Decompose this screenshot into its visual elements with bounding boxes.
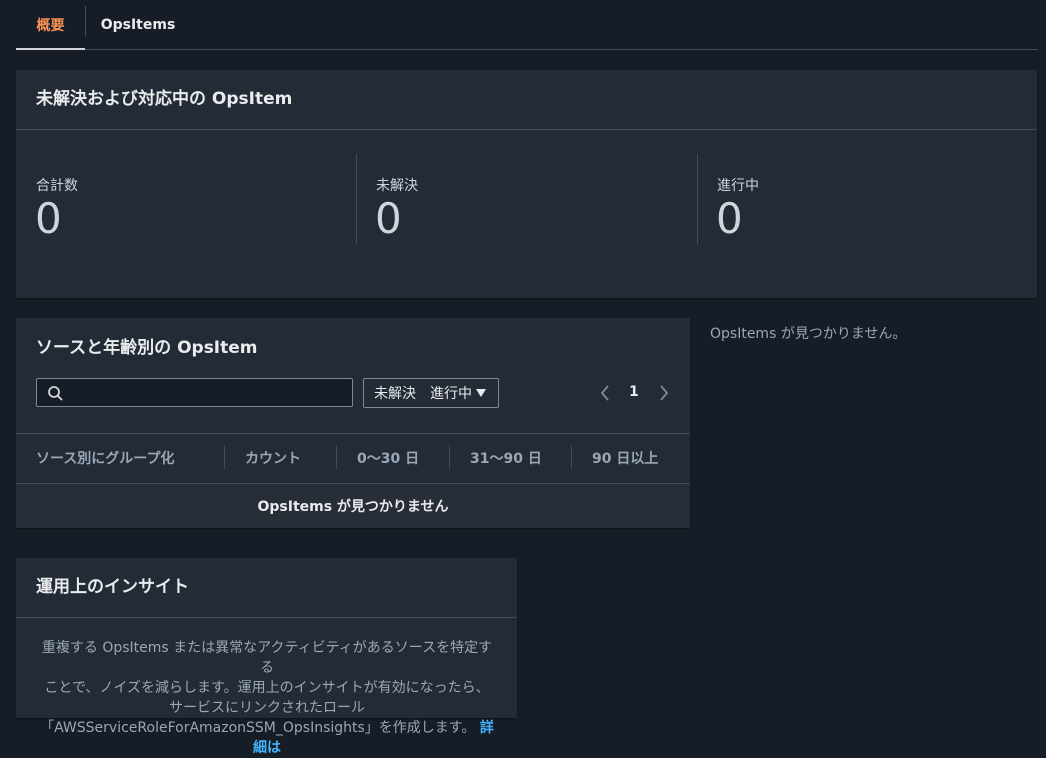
by-source-panel: ソースと年齢別の OpsItem 未解決 進行中 1 ソース別にグループ化 カウ…	[16, 318, 690, 528]
chevron-right-icon[interactable]	[658, 385, 670, 401]
by-source-title: ソースと年齢別の OpsItem	[36, 338, 258, 358]
column-separator	[336, 445, 337, 469]
status-filter-button[interactable]: 未解決 進行中	[363, 378, 499, 408]
count-open-value: 0	[375, 194, 402, 243]
search-icon	[48, 386, 63, 401]
tab-divider	[85, 6, 86, 36]
count-in-progress: 進行中 0	[697, 129, 1037, 298]
count-total-value: 0	[35, 194, 62, 243]
column-header-31-90-days[interactable]: 31～90 日	[470, 433, 542, 483]
column-separator	[224, 445, 225, 469]
column-separator	[449, 445, 450, 469]
tab-overview-label: 概要	[36, 17, 65, 34]
side-empty-message: OpsItems が見つかりません。	[710, 326, 907, 342]
insights-line-with-link: 「AWSServiceRoleForAmazonSSM_OpsInsights」…	[36, 718, 498, 758]
tab-opsitems[interactable]: OpsItems	[94, 0, 182, 49]
insights-line: サービスにリンクされたロール	[169, 700, 365, 716]
tab-bar: 概要 OpsItems	[16, 0, 1038, 50]
tab-overview[interactable]: 概要	[16, 0, 85, 50]
column-header-group-by-source[interactable]: ソース別にグループ化	[36, 433, 174, 483]
summary-title: 未解決および対応中の OpsItem	[36, 89, 293, 109]
insights-panel: 運用上のインサイト 重複する OpsItems または異常なアクティビティがある…	[16, 558, 517, 756]
column-header-count[interactable]: カウント	[245, 433, 301, 483]
count-separator	[356, 154, 357, 244]
table-empty-message: OpsItems が見つかりません	[16, 483, 690, 528]
insights-line: 「AWSServiceRoleForAmazonSSM_OpsInsights」…	[40, 720, 476, 736]
chevron-left-icon[interactable]	[599, 385, 611, 401]
insights-description: 重複する OpsItems または異常なアクティビティがあるソースを特定する こ…	[36, 638, 498, 758]
count-total: 合計数 0	[16, 129, 356, 298]
insights-line: 重複する OpsItems または異常なアクティビティがあるソースを特定する	[41, 640, 493, 676]
column-separator	[571, 445, 572, 469]
status-filter-label: 未解決 進行中	[374, 386, 472, 402]
insights-title: 運用上のインサイト	[36, 577, 189, 597]
insights-divider	[16, 617, 517, 618]
count-open: 未解決 0	[356, 129, 697, 298]
page-number[interactable]: 1	[629, 384, 639, 400]
summary-panel: 未解決および対応中の OpsItem 合計数 0 未解決 0 進行中 0	[16, 70, 1037, 298]
column-header-over-90-days[interactable]: 90 日以上	[592, 433, 658, 483]
count-separator	[697, 154, 698, 244]
column-header-0-30-days[interactable]: 0～30 日	[357, 433, 419, 483]
search-input[interactable]	[36, 378, 353, 407]
tab-opsitems-label: OpsItems	[100, 16, 176, 33]
caret-down-icon	[476, 389, 486, 397]
summary-counts: 合計数 0 未解決 0 進行中 0	[16, 129, 1037, 298]
insights-line: ことで、ノイズを減らします。運用上のインサイトが有効になったら、	[44, 680, 490, 696]
count-in-progress-value: 0	[716, 194, 743, 243]
